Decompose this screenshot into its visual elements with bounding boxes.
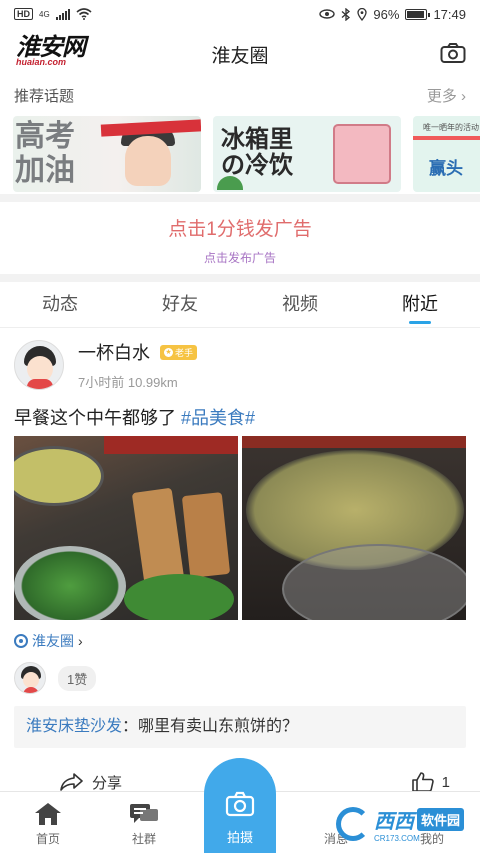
huaian-logo[interactable]: 淮安网 huaian.com xyxy=(16,34,98,68)
like-count: 1 xyxy=(441,773,450,791)
post-author[interactable]: 一杯白水 ★ 老手 7小时前 10.99km xyxy=(14,334,466,396)
share-button[interactable]: 分享 xyxy=(14,772,190,793)
topic-card-stripe xyxy=(413,136,480,140)
tab-nearby[interactable]: 附近 xyxy=(360,282,480,328)
thumbs-up-icon xyxy=(411,772,434,792)
hd-badge: HD xyxy=(14,8,33,20)
logo-url: huaian.com xyxy=(16,57,67,67)
avatar[interactable] xyxy=(14,340,64,390)
battery-percent: 96% xyxy=(373,6,400,22)
ad-banner[interactable]: 点击1分钱发广告 点击发布广告 xyxy=(0,202,480,274)
location-icon xyxy=(357,7,368,21)
chevron-right-icon: › xyxy=(78,633,83,649)
topic-card-text: 冰箱里 の冷饮 xyxy=(221,124,293,179)
watermark-text: 西西 xyxy=(373,811,414,833)
bottom-nav: 首页 社群 拍摄 消息 我的 西西 软件园 CR173.COM xyxy=(0,758,480,853)
status-bar: HD 4G 96% 17:49 xyxy=(0,0,480,28)
topic-card-gaokao[interactable]: 高考 加油 xyxy=(13,116,201,192)
post-photo-2[interactable] xyxy=(242,436,466,620)
fridge-illustration xyxy=(333,124,391,184)
share-icon xyxy=(60,773,83,791)
like-button[interactable]: 1 xyxy=(320,772,466,792)
camera-icon[interactable] xyxy=(440,42,466,64)
nav-shoot-label: 拍摄 xyxy=(226,830,253,845)
topic-card-win[interactable]: 唯一晒年的活动 赢头 xyxy=(413,116,480,192)
nav-home[interactable]: 首页 xyxy=(0,792,96,853)
like-count-pill: 1赞 xyxy=(58,665,97,691)
feed-post: 一杯白水 ★ 老手 7小时前 10.99km 早餐这个中午都够了 #品美食# 淮友… xyxy=(0,334,480,806)
post-source-label: 淮友圈 xyxy=(32,633,74,649)
ad-sub-link[interactable]: 点击发布广告 xyxy=(0,249,480,266)
app-header: 淮安网 huaian.com 淮友圈 xyxy=(0,28,480,80)
chevron-right-icon: › xyxy=(461,87,466,105)
likes-row: 1赞 xyxy=(14,662,466,694)
tab-friends[interactable]: 好友 xyxy=(120,282,240,328)
post-time-distance: 7小时前 10.99km xyxy=(78,375,178,390)
level-badge: ★ 老手 xyxy=(160,344,198,360)
nav-home-label: 首页 xyxy=(35,832,60,846)
feed-tabs: 动态 好友 视频 附近 xyxy=(0,282,480,328)
star-icon: ★ xyxy=(164,347,173,357)
home-icon xyxy=(35,803,61,825)
nav-community[interactable]: 社群 xyxy=(96,792,192,853)
comment-author[interactable]: 淮安床垫沙发 xyxy=(26,718,122,735)
topic-card-cold-drinks[interactable]: 冰箱里 の冷饮 xyxy=(213,116,401,192)
post-body: 早餐这个中午都够了 xyxy=(14,408,176,428)
watermark-logo-icon xyxy=(335,807,370,841)
watermark-url: CR173.COM xyxy=(373,834,420,843)
topic-carousel[interactable]: 高考 加油 冰箱里 の冷饮 唯一晒年的活动 赢头 xyxy=(0,110,480,194)
topic-card-subtext: 唯一晒年的活动 xyxy=(423,123,479,132)
nav-community-label: 社群 xyxy=(131,832,156,846)
post-hashtag[interactable]: #品美食# xyxy=(181,408,255,428)
topic-card-text: 赢头 xyxy=(429,159,463,178)
topics-label: 推荐话题 xyxy=(14,87,75,105)
battery-icon xyxy=(405,8,431,20)
share-label: 分享 xyxy=(92,774,123,792)
comment-item[interactable]: 淮安床垫沙发：哪里有卖山东煎饼的？ xyxy=(14,706,466,748)
liker-avatar[interactable] xyxy=(14,662,46,694)
post-photos xyxy=(14,436,466,620)
topic-card-text: 高考 加油 xyxy=(15,119,75,188)
network-type: 4G xyxy=(39,9,50,19)
tab-video[interactable]: 视频 xyxy=(240,282,360,328)
clock: 17:49 xyxy=(433,6,466,22)
topics-more-label: 更多 xyxy=(426,87,457,105)
camera-icon xyxy=(225,791,255,817)
student-illustration xyxy=(125,136,171,186)
watermark: 西西 软件园 CR173.COM xyxy=(335,805,464,843)
page-title: 淮友圈 xyxy=(211,45,269,67)
topics-more-link[interactable]: 更多 › xyxy=(427,85,466,106)
watermark-badge: 软件园 xyxy=(416,808,464,831)
nav-shoot-button[interactable]: 拍摄 xyxy=(204,758,276,853)
circle-eye-icon xyxy=(14,634,28,648)
post-text: 早餐这个中午都够了 #品美食# xyxy=(14,404,466,434)
level-badge-label: 老手 xyxy=(175,347,194,358)
author-name[interactable]: 一杯白水 xyxy=(78,339,150,365)
bluetooth-icon xyxy=(341,7,351,21)
signal-icon xyxy=(55,8,70,20)
comment-colon: ： xyxy=(122,718,139,735)
tab-dynamic[interactable]: 动态 xyxy=(0,282,120,328)
wifi-icon xyxy=(76,8,92,20)
chat-bubbles-icon xyxy=(130,804,158,823)
section-divider xyxy=(0,194,480,202)
topics-header: 推荐话题 更多 › xyxy=(0,80,480,110)
nav-shoot-slot: 拍摄 xyxy=(192,758,288,853)
post-source-link[interactable]: 淮友圈 › xyxy=(14,630,466,652)
ad-main-text: 点击1分钱发广告 xyxy=(168,219,312,240)
comment-text: 哪里有卖山东煎饼的？ xyxy=(138,718,299,735)
eye-comfort-icon xyxy=(319,9,336,19)
post-photo-1[interactable] xyxy=(14,436,238,620)
